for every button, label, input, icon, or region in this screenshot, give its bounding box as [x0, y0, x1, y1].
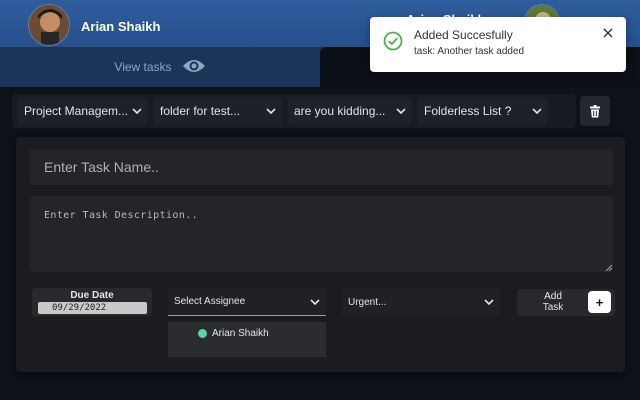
resize-grip-icon[interactable] [605, 264, 613, 272]
assignee-option-label: Arian Shaikh [212, 328, 269, 339]
user-avatar[interactable] [28, 4, 70, 46]
due-date-input[interactable]: 09/29/2022 [38, 302, 147, 314]
chevron-down-icon [266, 108, 276, 115]
due-date-field: Due Date 09/29/2022 [32, 288, 152, 316]
check-circle-icon [383, 31, 403, 51]
project-select-label: Project Managem... [24, 104, 129, 118]
task-name-input[interactable] [30, 149, 613, 185]
project-select[interactable]: Project Managem... [18, 97, 148, 125]
assignee-select[interactable]: Select Assignee [168, 288, 326, 316]
user-name: Arian Shaikh [81, 19, 161, 34]
filter-bar: Project Managem... folder for test... ar… [12, 94, 576, 128]
chevron-down-icon [532, 108, 542, 115]
toast-message: task: Another task added [414, 46, 525, 57]
check-dot-icon [198, 329, 207, 338]
chevron-down-icon [396, 108, 406, 115]
tab-view-tasks-label: View tasks [114, 60, 172, 74]
assignee-select-label: Select Assignee [174, 296, 246, 307]
trash-icon [590, 104, 600, 117]
toast-title: Added Succesfully [414, 28, 513, 42]
delete-button[interactable] [580, 96, 610, 126]
list-select-label: are you kidding... [294, 104, 386, 118]
chevron-down-icon [310, 298, 320, 305]
list-select[interactable]: are you kidding... [288, 97, 412, 125]
add-task-label: Add Task [542, 291, 564, 313]
priority-select[interactable]: Urgent... [342, 288, 500, 316]
folder-select-label: folder for test... [160, 104, 241, 118]
assignee-option[interactable]: Arian Shaikh [198, 328, 269, 339]
assignee-dropdown: Arian Shaikh [168, 322, 326, 357]
success-toast: Added Succesfully task: Another task add… [370, 17, 626, 72]
eye-icon [182, 58, 206, 77]
plus-icon: + [588, 291, 611, 313]
priority-select-label: Urgent... [348, 296, 387, 308]
close-icon[interactable] [602, 27, 614, 39]
folderless-select[interactable]: Folderless List ? [418, 97, 548, 125]
task-description-input[interactable] [30, 196, 613, 272]
tab-view-tasks[interactable]: View tasks [0, 47, 320, 87]
folderless-select-label: Folderless List ? [424, 104, 512, 118]
add-task-button[interactable]: Add Task + [517, 289, 615, 316]
chevron-down-icon [484, 299, 494, 306]
chevron-down-icon [132, 108, 142, 115]
folder-select[interactable]: folder for test... [154, 97, 282, 125]
due-date-label: Due Date [70, 290, 114, 301]
